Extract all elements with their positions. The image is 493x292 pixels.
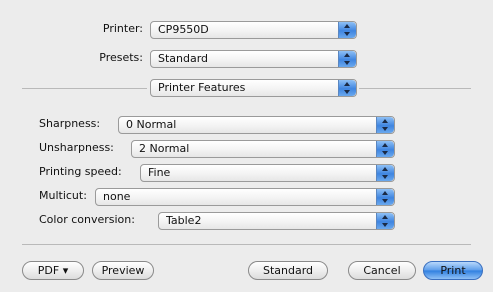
panel-popup[interactable]: Printer Features bbox=[150, 79, 357, 97]
printer-value: CP9550D bbox=[158, 23, 209, 36]
pdf-button[interactable]: PDF ▾ bbox=[22, 261, 84, 280]
popup-arrows-icon bbox=[338, 51, 356, 67]
color-conversion-value: Table2 bbox=[166, 214, 202, 227]
preview-button[interactable]: Preview bbox=[92, 261, 154, 280]
standard-button[interactable]: Standard bbox=[248, 261, 328, 280]
color-conversion-label: Color conversion: bbox=[39, 213, 135, 226]
popup-arrows-icon bbox=[338, 22, 356, 38]
printer-label: Printer: bbox=[102, 22, 143, 35]
printing-speed-value: Fine bbox=[148, 166, 171, 179]
popup-arrows-icon bbox=[376, 189, 394, 205]
bottom-divider bbox=[22, 244, 471, 245]
popup-arrows-icon bbox=[338, 80, 356, 96]
multicut-label: Multicut: bbox=[39, 189, 87, 202]
presets-label: Presets: bbox=[99, 51, 143, 64]
popup-arrows-icon bbox=[376, 165, 394, 181]
cancel-button[interactable]: Cancel bbox=[348, 261, 416, 280]
color-conversion-popup[interactable]: Table2 bbox=[158, 212, 395, 230]
multicut-popup[interactable]: none bbox=[95, 188, 395, 206]
printing-speed-popup[interactable]: Fine bbox=[140, 164, 395, 182]
sharpness-label: Sharpness: bbox=[39, 117, 101, 130]
sharpness-value: 0 Normal bbox=[126, 118, 177, 131]
printing-speed-label: Printing speed: bbox=[39, 165, 122, 178]
panel-divider-right bbox=[359, 88, 471, 89]
presets-value: Standard bbox=[158, 52, 209, 65]
unsharpness-value: 2 Normal bbox=[139, 142, 190, 155]
unsharpness-popup[interactable]: 2 Normal bbox=[131, 140, 395, 158]
unsharpness-label: Unsharpness: bbox=[39, 141, 114, 154]
presets-popup[interactable]: Standard bbox=[150, 50, 357, 68]
popup-arrows-icon bbox=[376, 141, 394, 157]
sharpness-popup[interactable]: 0 Normal bbox=[118, 116, 395, 134]
printer-popup[interactable]: CP9550D bbox=[150, 21, 357, 39]
popup-arrows-icon bbox=[376, 117, 394, 133]
panel-value: Printer Features bbox=[158, 81, 246, 94]
popup-arrows-icon bbox=[376, 213, 394, 229]
panel-divider-left bbox=[22, 88, 147, 89]
multicut-value: none bbox=[103, 190, 131, 203]
print-button[interactable]: Print bbox=[423, 261, 483, 280]
